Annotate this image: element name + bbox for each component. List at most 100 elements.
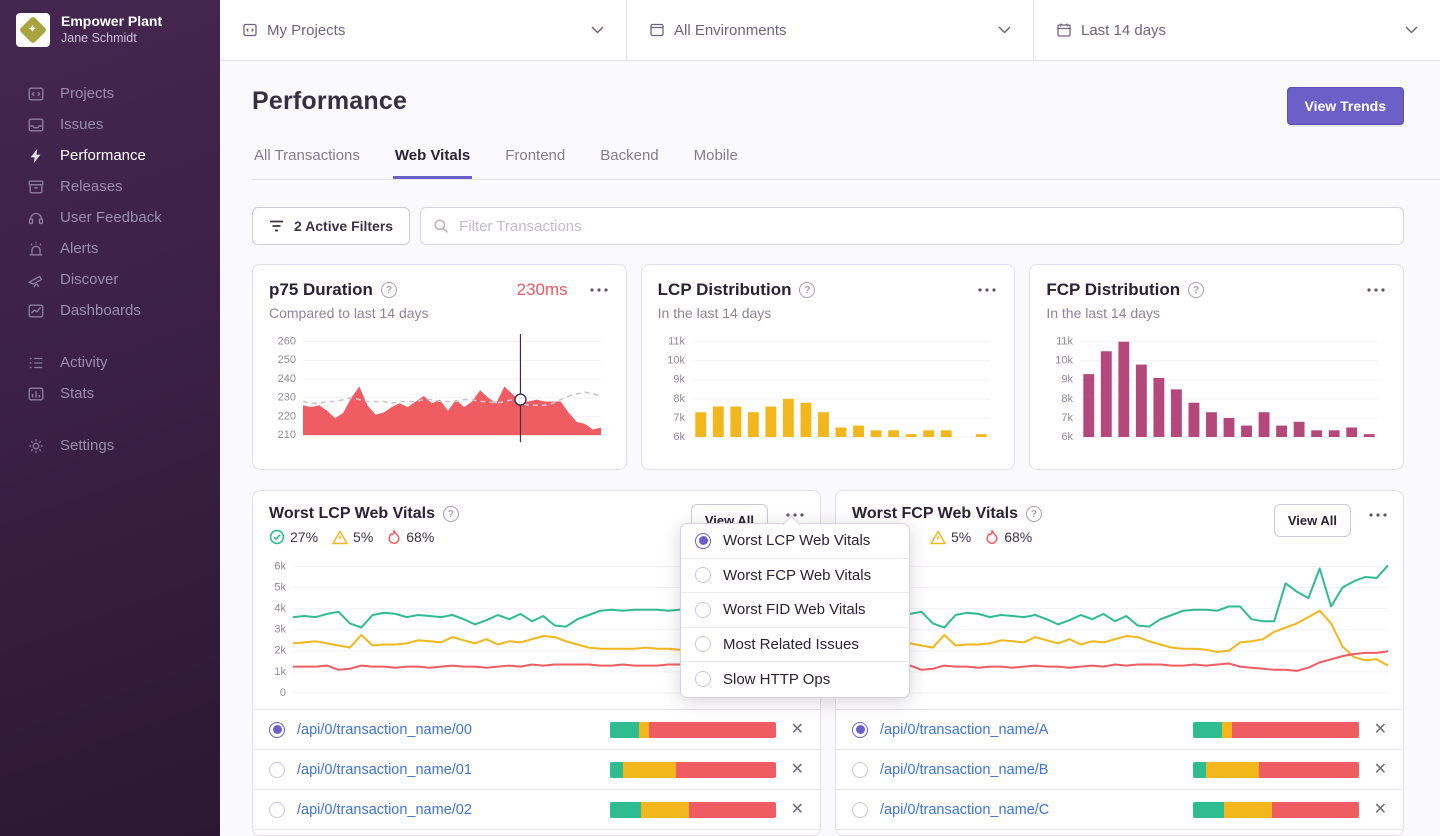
svg-text:7k: 7k bbox=[1062, 412, 1074, 424]
projects-dropdown-label: My Projects bbox=[267, 22, 345, 39]
good-badge: 27% bbox=[269, 529, 318, 545]
active-filters-label: 2 Active Filters bbox=[294, 218, 393, 234]
menu-item-worst-fcp[interactable]: Worst FCP Web Vitals bbox=[681, 559, 909, 594]
view-all-button[interactable]: View All bbox=[1274, 504, 1351, 537]
menu-item-worst-lcp[interactable]: Worst LCP Web Vitals bbox=[681, 524, 909, 559]
tab-frontend[interactable]: Frontend bbox=[503, 147, 567, 179]
menu-radio bbox=[695, 533, 711, 549]
help-icon[interactable]: ? bbox=[443, 506, 459, 522]
sidebar-item-stats[interactable]: Stats bbox=[0, 378, 220, 409]
more-options-button[interactable] bbox=[588, 284, 610, 296]
issues-icon bbox=[27, 116, 45, 134]
sidebar-item-label: Settings bbox=[60, 437, 114, 454]
sidebar-item-settings[interactable]: Settings bbox=[0, 430, 220, 461]
svg-text:5k: 5k bbox=[274, 581, 286, 593]
warning-triangle-icon bbox=[332, 530, 348, 545]
transaction-link[interactable]: /api/0/transaction_name/B bbox=[880, 762, 1048, 778]
sidebar-item-label: Issues bbox=[60, 116, 103, 133]
search-input[interactable] bbox=[420, 207, 1404, 245]
telescope-icon bbox=[27, 271, 45, 289]
meh-badge: 5% bbox=[930, 529, 971, 545]
sidebar-item-user-feedback[interactable]: User Feedback bbox=[0, 202, 220, 233]
close-icon[interactable]: ✕ bbox=[1374, 802, 1387, 818]
close-icon[interactable]: ✕ bbox=[1374, 722, 1387, 738]
tab-all-transactions[interactable]: All Transactions bbox=[252, 147, 362, 179]
org-logo: ✦ bbox=[16, 13, 50, 47]
worst-fcp-card: Worst FCP Web Vitals ? 5% 68% View All bbox=[835, 490, 1404, 836]
transaction-link[interactable]: /api/0/transaction_name/C bbox=[880, 802, 1049, 818]
help-icon[interactable]: ? bbox=[381, 282, 397, 298]
sidebar-item-discover[interactable]: Discover bbox=[0, 264, 220, 295]
transaction-list: /api/0/transaction_name/00 ✕ /api/0/tran… bbox=[253, 709, 820, 830]
tab-mobile[interactable]: Mobile bbox=[692, 147, 740, 179]
row-radio[interactable] bbox=[852, 762, 868, 778]
sidebar-item-issues[interactable]: Issues bbox=[0, 109, 220, 140]
sidebar-item-alerts[interactable]: Alerts bbox=[0, 233, 220, 264]
menu-item-slow-http-ops[interactable]: Slow HTTP Ops bbox=[681, 662, 909, 697]
org-switcher[interactable]: ✦ Empower Plant Jane Schmidt bbox=[0, 0, 220, 60]
good-segment bbox=[610, 802, 642, 818]
chevron-down-icon bbox=[591, 26, 604, 34]
table-row: /api/0/transaction_name/A ✕ bbox=[836, 710, 1403, 750]
sidebar-item-label: Performance bbox=[60, 147, 146, 164]
menu-radio bbox=[695, 636, 711, 652]
nav-divider bbox=[0, 409, 220, 430]
more-options-button[interactable] bbox=[976, 284, 998, 296]
sidebar-item-label: Activity bbox=[60, 354, 108, 371]
card-subtitle: Compared to last 14 days bbox=[269, 305, 610, 321]
transaction-link[interactable]: /api/0/transaction_name/A bbox=[880, 722, 1048, 738]
sidebar-item-activity[interactable]: Activity bbox=[0, 347, 220, 378]
p75-duration-card: p75 Duration ? 230ms Compared to last 14… bbox=[252, 264, 627, 470]
transaction-link[interactable]: /api/0/transaction_name/02 bbox=[297, 802, 472, 818]
help-icon[interactable]: ? bbox=[799, 282, 815, 298]
transaction-link[interactable]: /api/0/transaction_name/01 bbox=[297, 762, 472, 778]
sidebar-item-projects[interactable]: Projects bbox=[0, 78, 220, 109]
transaction-link[interactable]: /api/0/transaction_name/00 bbox=[297, 722, 472, 738]
row-radio[interactable] bbox=[269, 722, 285, 738]
close-icon[interactable]: ✕ bbox=[791, 722, 804, 738]
menu-item-worst-fid[interactable]: Worst FID Web Vitals bbox=[681, 593, 909, 628]
close-icon[interactable]: ✕ bbox=[1374, 762, 1387, 778]
svg-text:10k: 10k bbox=[1056, 355, 1074, 367]
help-icon[interactable]: ? bbox=[1188, 282, 1204, 298]
row-radio[interactable] bbox=[269, 762, 285, 778]
tab-backend[interactable]: Backend bbox=[598, 147, 660, 179]
more-options-button[interactable] bbox=[1365, 284, 1387, 296]
dashboard-icon bbox=[27, 302, 45, 320]
sidebar-item-releases[interactable]: Releases bbox=[0, 171, 220, 202]
good-segment bbox=[1193, 722, 1223, 738]
help-icon[interactable]: ? bbox=[1026, 506, 1042, 522]
date-range-dropdown[interactable]: Last 14 days bbox=[1034, 0, 1440, 60]
row-radio[interactable] bbox=[269, 802, 285, 818]
sidebar: ✦ Empower Plant Jane Schmidt Projects Is… bbox=[0, 0, 220, 836]
tab-web-vitals[interactable]: Web Vitals bbox=[393, 147, 472, 179]
worst-fcp-chart: 6k5k4k3k2k1k0 bbox=[842, 551, 1394, 703]
sidebar-item-dashboards[interactable]: Dashboards bbox=[0, 295, 220, 326]
svg-text:210: 210 bbox=[278, 429, 296, 441]
view-trends-button[interactable]: View Trends bbox=[1287, 87, 1404, 125]
siren-icon bbox=[27, 240, 45, 258]
row-radio[interactable] bbox=[852, 802, 868, 818]
svg-text:11k: 11k bbox=[1056, 336, 1073, 348]
sidebar-item-label: Discover bbox=[60, 271, 118, 288]
table-row: /api/0/transaction_name/00 ✕ bbox=[253, 710, 820, 750]
svg-text:11k: 11k bbox=[668, 336, 685, 348]
svg-text:240: 240 bbox=[278, 373, 296, 385]
row-radio[interactable] bbox=[852, 722, 868, 738]
calendar-icon bbox=[1056, 22, 1072, 38]
user-name: Jane Schmidt bbox=[61, 31, 162, 47]
nav-divider bbox=[0, 326, 220, 347]
menu-item-most-related-issues[interactable]: Most Related Issues bbox=[681, 628, 909, 663]
svg-text:4k: 4k bbox=[274, 603, 286, 615]
meh-segment bbox=[623, 762, 676, 778]
environments-dropdown[interactable]: All Environments bbox=[627, 0, 1034, 60]
close-icon[interactable]: ✕ bbox=[791, 802, 804, 818]
svg-text:6k: 6k bbox=[1062, 431, 1074, 443]
close-icon[interactable]: ✕ bbox=[791, 762, 804, 778]
projects-dropdown[interactable]: My Projects bbox=[220, 0, 627, 60]
sidebar-item-performance[interactable]: Performance bbox=[0, 140, 220, 171]
active-filters-button[interactable]: 2 Active Filters bbox=[252, 207, 410, 245]
more-options-button[interactable] bbox=[1367, 509, 1389, 521]
stats-icon bbox=[27, 385, 45, 403]
ellipsis-icon bbox=[1367, 288, 1385, 292]
